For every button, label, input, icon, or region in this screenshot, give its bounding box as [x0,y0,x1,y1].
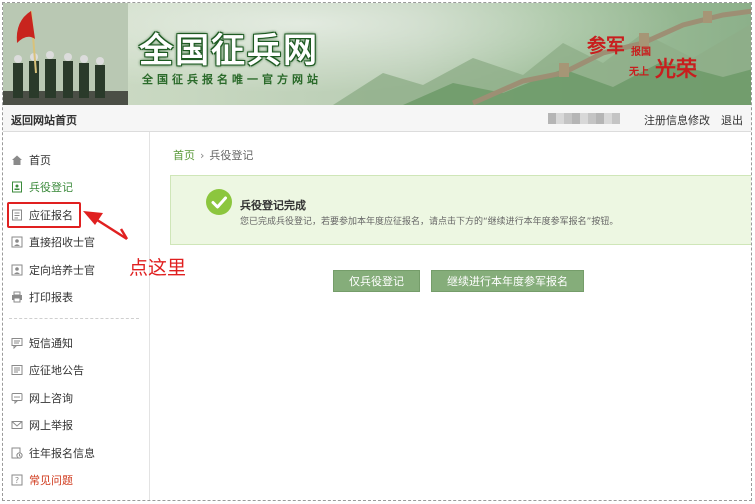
history-icon [11,447,23,459]
sidebar-item-faq[interactable]: ? 常见问题 [11,471,73,489]
modify-registration-link[interactable]: 注册信息修改 [644,112,710,128]
site-banner: 全国征兵网 全国征兵报名唯一官方网站 参军 报国 无上 光荣 [3,3,751,105]
success-notice: 兵役登记完成 您已完成兵役登记，若要参加本年度应征报名，请点击下方的“继续进行本… [170,175,751,245]
sidebar-item-label: 应征地公告 [29,364,84,377]
sidebar-item-sms-notification[interactable]: 短信通知 [11,334,73,352]
page-frame: 全国征兵网 全国征兵报名唯一官方网站 参军 报国 无上 光荣 返回网站首页 注册… [2,2,752,501]
annotation-label: 点这里 [129,257,187,279]
site-title: 全国征兵网 [139,31,319,71]
chat-icon [11,393,23,404]
continue-enlist-button[interactable]: 继续进行本年度参军报名 [431,270,584,292]
sidebar-item-online-report[interactable]: 网上举报 [11,416,73,434]
sidebar-item-direct-nco-recruitment[interactable]: 直接招收士官 [11,233,95,251]
sidebar-item-local-announcement[interactable]: 应征地公告 [11,361,84,379]
sidebar-item-label: 首页 [29,154,51,167]
notice-description: 您已完成兵役登记，若要参加本年度应征报名，请点击下方的“继续进行本年度参军报名”… [240,217,619,227]
breadcrumb-current: 兵役登记 [209,149,254,162]
masked-username [548,113,620,124]
sidebar-item-label: 打印报表 [29,291,73,304]
svg-text:?: ? [15,476,19,485]
sidebar-item-online-consultation[interactable]: 网上咨询 [11,389,73,407]
sidebar-item-label: 往年报名信息 [29,447,95,460]
sidebar-item-label: 常见问题 [29,474,73,487]
id-card-icon [12,181,22,193]
sidebar-item-label: 兵役登记 [29,181,73,194]
printer-icon [12,291,22,303]
message-icon [11,338,23,349]
sidebar-item-past-registration[interactable]: 往年报名信息 [11,444,95,462]
sidebar-item-label: 网上咨询 [29,392,73,405]
sidebar-item-label: 网上举报 [29,419,73,432]
slogan-part: 报国 [631,47,651,58]
question-icon: ? [11,474,23,486]
site-subtitle: 全国征兵报名唯一官方网站 [142,73,322,86]
sidebar-divider [9,318,139,319]
annotation-highlight-box [7,202,81,228]
notice-icon [11,365,23,375]
breadcrumb-separator: › [200,149,205,162]
mail-icon [11,421,23,429]
home-icon [12,155,22,165]
sidebar-item-military-registration[interactable]: 兵役登记 [11,178,73,196]
register-only-button[interactable]: 仅兵役登记 [333,270,420,292]
return-home-link[interactable]: 返回网站首页 [11,112,77,128]
notice-title: 兵役登记完成 [240,199,306,212]
sidebar-item-label: 直接招收士官 [29,236,95,249]
sidebar-item-home[interactable]: 首页 [11,151,51,169]
sidebar: 首页 兵役登记 应征报名 直接招收士官 定向培养士官 打印报表 短信通知 应征地… [3,132,150,500]
slogan-part: 光荣 [655,56,697,81]
sidebar-item-directed-nco-training[interactable]: 定向培养士官 [11,261,95,279]
top-bar: 返回网站首页 注册信息修改 退出 [3,105,751,132]
person-badge-icon [11,264,23,276]
breadcrumb-home-link[interactable]: 首页 [173,149,195,162]
sidebar-item-label: 定向培养士官 [29,264,95,277]
sidebar-item-label: 短信通知 [29,337,73,350]
slogan-part: 无上 [629,67,649,78]
breadcrumb: 首页 › 兵役登记 [173,147,253,163]
sidebar-item-print-report[interactable]: 打印报表 [11,288,73,306]
logout-link[interactable]: 退出 [721,112,743,128]
check-circle-icon [206,189,232,215]
slogan-part: 参军 [587,35,626,57]
person-badge-icon [11,236,23,248]
